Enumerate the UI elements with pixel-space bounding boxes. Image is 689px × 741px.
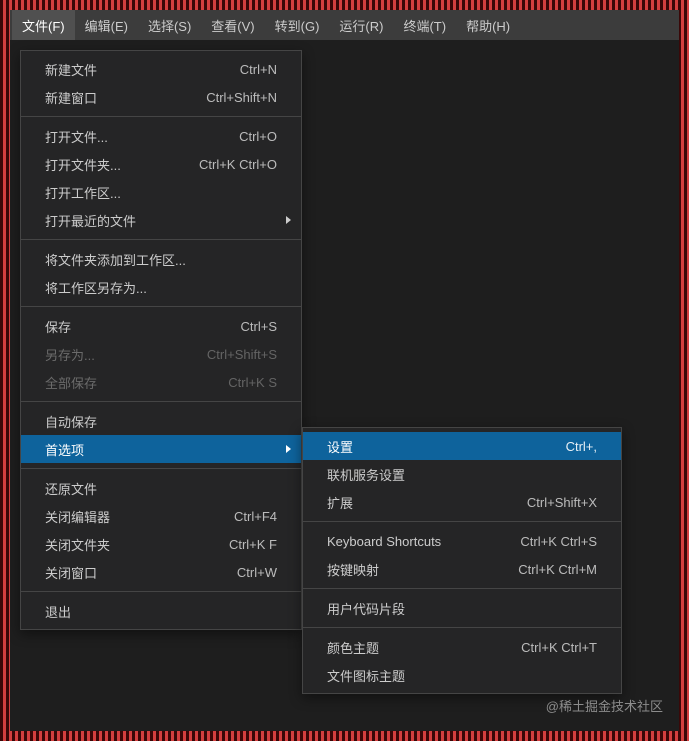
file-menu-separator [21, 468, 301, 469]
menu-item-shortcut: Ctrl+K Ctrl+M [518, 562, 597, 577]
menu-item-shortcut: Ctrl+O [239, 129, 277, 144]
menubar-item-5[interactable]: 运行(R) [329, 10, 393, 40]
chevron-right-icon [286, 445, 291, 453]
menu-item-label: 关闭窗口 [45, 563, 221, 582]
file-menu-item[interactable]: 自动保存 [21, 407, 301, 435]
menu-item-label: 联机服务设置 [327, 465, 597, 484]
menu-item-label: 退出 [45, 602, 277, 621]
menu-item-label: 全部保存 [45, 373, 212, 392]
menu-item-label: 新建文件 [45, 60, 224, 79]
file-menu-item[interactable]: 关闭窗口 Ctrl+W [21, 558, 301, 586]
menu-item-label: 还原文件 [45, 479, 277, 498]
menu-item-label: 新建窗口 [45, 88, 190, 107]
menu-item-label: 颜色主题 [327, 638, 505, 657]
menu-item-shortcut: Ctrl+K Ctrl+S [520, 534, 597, 549]
file-menu-separator [21, 401, 301, 402]
file-menu-item: 另存为... Ctrl+Shift+S [21, 340, 301, 368]
prefs-menu-item[interactable]: 联机服务设置 [303, 460, 621, 488]
menu-item-label: 打开文件... [45, 127, 223, 146]
menubar: 文件(F)编辑(E)选择(S)查看(V)转到(G)运行(R)终端(T)帮助(H) [10, 10, 679, 40]
file-menu-item[interactable]: 将文件夹添加到工作区... [21, 245, 301, 273]
file-menu-item[interactable]: 打开工作区... [21, 178, 301, 206]
menu-item-shortcut: Ctrl+, [566, 439, 597, 454]
menu-item-label: 将文件夹添加到工作区... [45, 250, 277, 269]
menu-item-label: Keyboard Shortcuts [327, 534, 504, 549]
menu-item-label: 保存 [45, 317, 225, 336]
menu-item-shortcut: Ctrl+Shift+X [527, 495, 597, 510]
file-menu-item[interactable]: 打开文件... Ctrl+O [21, 122, 301, 150]
menu-item-label: 设置 [327, 437, 550, 456]
menu-item-label: 打开工作区... [45, 183, 277, 202]
menu-item-shortcut: Ctrl+S [241, 319, 277, 334]
chevron-right-icon [286, 216, 291, 224]
preferences-submenu: 设置 Ctrl+, 联机服务设置扩展 Ctrl+Shift+X Keyboard Sho… [302, 427, 622, 694]
file-menu-item[interactable]: 新建窗口 Ctrl+Shift+N [21, 83, 301, 111]
menubar-item-4[interactable]: 转到(G) [265, 10, 330, 40]
menu-item-shortcut: Ctrl+K S [228, 375, 277, 390]
prefs-menu-item[interactable]: Keyboard Shortcuts Ctrl+K Ctrl+S [303, 527, 621, 555]
menu-item-label: 用户代码片段 [327, 599, 597, 618]
file-menu-separator [21, 239, 301, 240]
menu-item-label: 自动保存 [45, 412, 277, 431]
file-menu-separator [21, 116, 301, 117]
prefs-menu-separator [303, 521, 621, 522]
menu-item-label: 关闭文件夹 [45, 535, 213, 554]
menu-item-shortcut: Ctrl+W [237, 565, 277, 580]
file-menu: 新建文件Ctrl+N新建窗口Ctrl+Shift+N打开文件...Ctrl+O打… [20, 50, 302, 630]
prefs-menu-item[interactable]: 按键映射 Ctrl+K Ctrl+M [303, 555, 621, 583]
menu-item-label: 打开文件夹... [45, 155, 183, 174]
file-menu-separator [21, 306, 301, 307]
file-menu-item[interactable]: 打开文件夹... Ctrl+K Ctrl+O [21, 150, 301, 178]
menu-item-shortcut: Ctrl+N [240, 62, 277, 77]
menu-item-shortcut: Ctrl+F4 [234, 509, 277, 524]
menu-item-label: 另存为... [45, 345, 191, 364]
menu-item-shortcut: Ctrl+Shift+S [207, 347, 277, 362]
menubar-item-6[interactable]: 终端(T) [393, 10, 456, 40]
file-menu-item[interactable]: 还原文件 [21, 474, 301, 502]
file-menu-item[interactable]: 保存 Ctrl+S [21, 312, 301, 340]
prefs-menu-separator [303, 627, 621, 628]
menubar-item-1[interactable]: 编辑(E) [75, 10, 138, 40]
prefs-menu-item[interactable]: 文件图标主题 [303, 661, 621, 689]
file-menu-item[interactable]: 首选项 [21, 435, 301, 463]
menu-item-label: 文件图标主题 [327, 666, 597, 685]
menu-item-shortcut: Ctrl+Shift+N [206, 90, 277, 105]
file-menu-item[interactable]: 退出 [21, 597, 301, 625]
file-menu-item[interactable]: 新建文件 Ctrl+N [21, 55, 301, 83]
menubar-item-3[interactable]: 查看(V) [201, 10, 264, 40]
file-menu-item[interactable]: 打开最近的文件 [21, 206, 301, 234]
menu-item-label: 扩展 [327, 493, 511, 512]
menu-item-label: 按键映射 [327, 560, 502, 579]
menu-item-label: 打开最近的文件 [45, 211, 277, 230]
menu-item-label: 关闭编辑器 [45, 507, 218, 526]
menubar-item-7[interactable]: 帮助(H) [456, 10, 520, 40]
menu-item-shortcut: Ctrl+K Ctrl+O [199, 157, 277, 172]
watermark: @稀土掘金技术社区 [546, 696, 663, 715]
menu-item-shortcut: Ctrl+K F [229, 537, 277, 552]
prefs-menu-item[interactable]: 用户代码片段 [303, 594, 621, 622]
file-menu-item[interactable]: 将工作区另存为... [21, 273, 301, 301]
menubar-item-2[interactable]: 选择(S) [138, 10, 201, 40]
menubar-item-0[interactable]: 文件(F) [12, 10, 75, 40]
prefs-menu-item[interactable]: 扩展 Ctrl+Shift+X [303, 488, 621, 516]
prefs-menu-separator [303, 588, 621, 589]
file-menu-separator [21, 591, 301, 592]
prefs-menu-item[interactable]: 颜色主题 Ctrl+K Ctrl+T [303, 633, 621, 661]
menu-item-label: 将工作区另存为... [45, 278, 277, 297]
menu-item-shortcut: Ctrl+K Ctrl+T [521, 640, 597, 655]
menu-item-label: 首选项 [45, 440, 277, 459]
file-menu-item[interactable]: 关闭文件夹 Ctrl+K F [21, 530, 301, 558]
file-menu-item: 全部保存 Ctrl+K S [21, 368, 301, 396]
prefs-menu-item[interactable]: 设置 Ctrl+, [303, 432, 621, 460]
file-menu-item[interactable]: 关闭编辑器 Ctrl+F4 [21, 502, 301, 530]
